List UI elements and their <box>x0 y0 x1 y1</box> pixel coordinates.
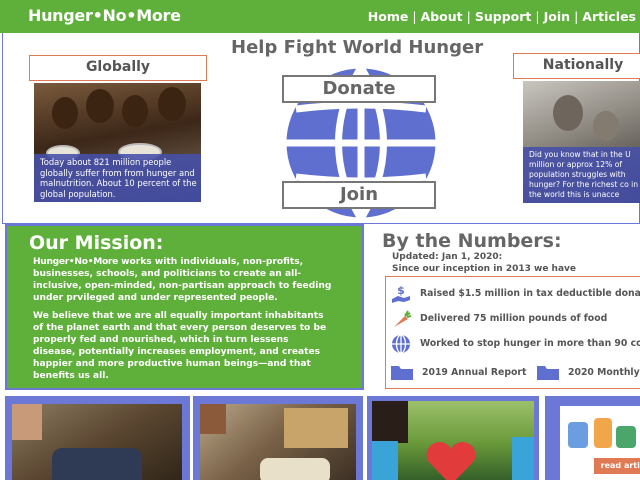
nav-separator: | <box>574 9 579 24</box>
nav-separator: | <box>466 9 471 24</box>
updated-date: Updated: Jan 1, 2020: <box>392 252 503 262</box>
mission-section: Our Mission: Hunger•No•More works with i… <box>5 224 364 390</box>
join-button[interactable]: Join <box>282 181 436 209</box>
nav-home[interactable]: Home <box>368 9 409 24</box>
article-tile[interactable]: read articl <box>545 396 640 480</box>
person-figure <box>12 404 42 440</box>
food-basket <box>260 458 330 480</box>
volunteer-photo[interactable] <box>12 404 182 480</box>
child-figure <box>593 111 619 141</box>
stat-text: Raised $1.5 million in tax deductible do… <box>420 288 640 299</box>
heart-icon <box>426 442 476 480</box>
mother-figure <box>553 95 583 131</box>
folder-icon <box>537 366 559 380</box>
report-label[interactable]: 2019 Annual Report <box>422 367 526 378</box>
nationally-caption: Did you know that in the U million or ap… <box>523 147 640 203</box>
mission-title: Our Mission: <box>29 232 164 254</box>
child-figure <box>158 87 186 121</box>
article-tile[interactable] <box>193 396 363 480</box>
box-shape <box>284 408 348 448</box>
article-tile[interactable] <box>5 396 190 480</box>
carrot-icon <box>394 310 412 327</box>
person-illustration <box>616 426 636 448</box>
hero-section: Globally Today about 821 million people … <box>2 33 640 224</box>
child-figure <box>86 89 114 123</box>
nav-support[interactable]: Support <box>475 9 532 24</box>
globally-caption: Today about 821 million people globally … <box>34 154 201 202</box>
volunteer-heart-photo[interactable] <box>372 401 534 480</box>
volunteer-shirt <box>512 437 534 480</box>
illustration-thumbnail[interactable]: read articl <box>560 406 640 480</box>
nav-separator: | <box>412 9 417 24</box>
food-drive-photo[interactable] <box>200 404 356 480</box>
numbers-section: By the Numbers: Updated: Jan 1, 2020: Si… <box>366 224 640 390</box>
report-label[interactable]: 2020 Monthly <box>568 367 640 378</box>
numbers-title: By the Numbers: <box>382 230 562 252</box>
article-tile[interactable] <box>367 396 539 480</box>
person-illustration <box>594 418 612 448</box>
donate-button[interactable]: Donate <box>282 75 436 103</box>
since-text: Since our inception in 2013 we have <box>392 264 577 274</box>
person-illustration <box>568 422 588 448</box>
svg-text:$: $ <box>397 284 405 297</box>
nav-articles[interactable]: Articles <box>582 9 636 24</box>
volunteer-shirt <box>372 441 398 480</box>
person-body <box>52 448 142 480</box>
stat-text: Delivered 75 million pounds of food <box>420 313 608 324</box>
stats-box: $ Raised $1.5 million in tax deductible … <box>385 276 640 389</box>
brand-name: Hunger•No•More <box>33 257 118 267</box>
globally-label[interactable]: Globally <box>29 55 207 81</box>
nav-about[interactable]: About <box>421 9 463 24</box>
nationally-label[interactable]: Nationally <box>513 53 640 79</box>
nav-join[interactable]: Join <box>544 9 570 24</box>
read-article-button[interactable]: read articl <box>594 458 640 474</box>
nav-separator: | <box>535 9 540 24</box>
globally-photo[interactable]: Today about 821 million people globally … <box>34 83 201 202</box>
mission-paragraph-1: Hunger•No•More works with individuals, n… <box>33 256 333 304</box>
site-logo[interactable]: Hunger•No•More <box>28 6 181 25</box>
article-tiles: read articl <box>0 392 640 480</box>
top-navigation-bar: Hunger•No•More Home | About | Support | Join | A… <box>0 0 640 33</box>
child-figure <box>200 404 226 434</box>
hero-title: Help Fight World Hunger <box>231 37 484 58</box>
folder-icon <box>391 366 413 380</box>
child-figure <box>52 97 78 129</box>
mission-paragraph-2: We believe that we are all equally impor… <box>33 311 327 381</box>
globe-icon <box>392 334 410 354</box>
child-figure <box>122 95 148 127</box>
nationally-photo[interactable]: Did you know that in the U million or ap… <box>523 81 640 203</box>
stat-text: Worked to stop hunger in more than 90 co… <box>420 338 640 349</box>
main-nav: Home | About | Support | Join | Articles <box>368 9 636 24</box>
person-figure <box>372 401 408 443</box>
money-hand-icon: $ <box>392 284 410 303</box>
